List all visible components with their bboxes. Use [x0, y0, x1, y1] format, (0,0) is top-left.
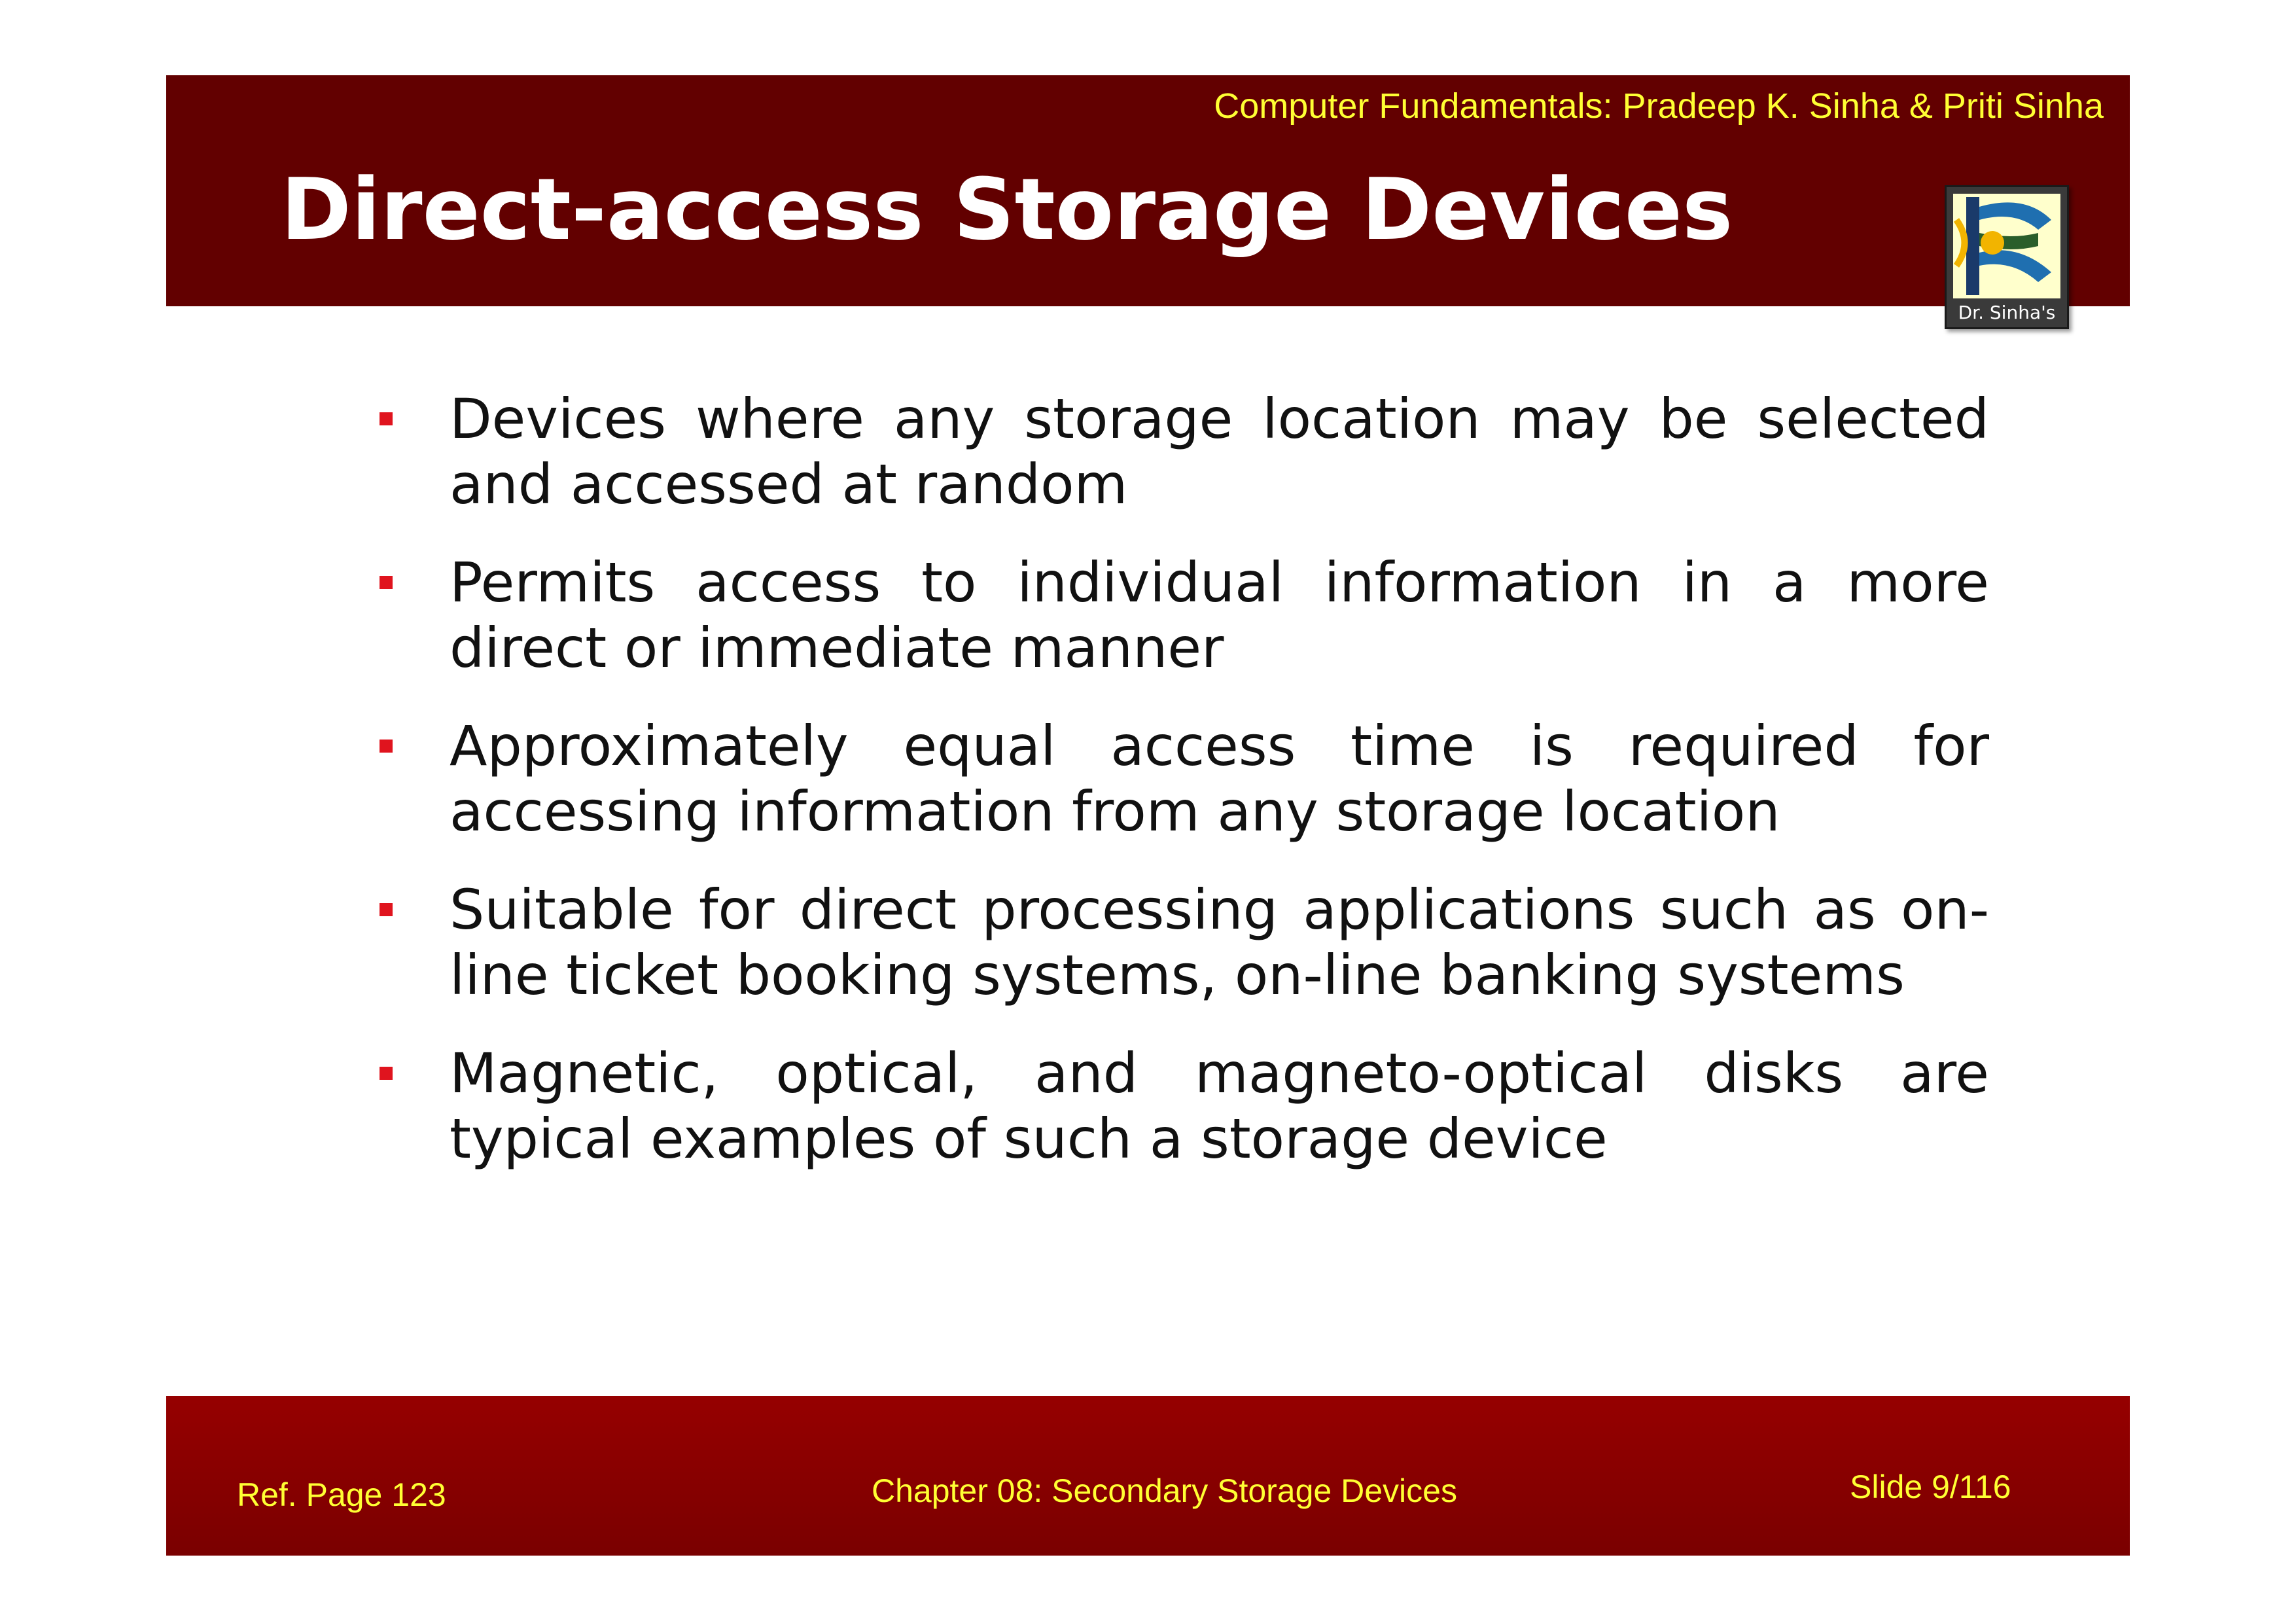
bullet-list: Devices where any storage location may b…	[380, 386, 1989, 1204]
bullet-item: Approximately equal access time is requi…	[380, 713, 1989, 844]
bullet-item: Permits access to individual information…	[380, 550, 1989, 681]
bullet-text: Devices where any storage location may b…	[450, 387, 1989, 516]
footer-band: Ref. Page 123 Chapter 08: Secondary Stor…	[166, 1396, 2130, 1556]
square-bullet-icon	[380, 412, 393, 425]
square-bullet-icon	[380, 903, 393, 916]
bullet-item: Devices where any storage location may b…	[380, 386, 1989, 517]
footer-ref-page: Ref. Page 123	[237, 1476, 446, 1513]
footer-chapter: Chapter 08: Secondary Storage Devices	[872, 1472, 1457, 1509]
bullet-item: Magnetic, optical, and magneto-optical d…	[380, 1041, 1989, 1171]
logo-caption: Dr. Sinha's	[1958, 302, 2056, 323]
square-bullet-icon	[380, 576, 393, 589]
slide: Computer Fundamentals: Pradeep K. Sinha …	[0, 0, 2296, 1623]
slide-title: Direct-access Storage Devices	[281, 160, 1733, 259]
square-bullet-icon	[380, 740, 393, 753]
square-bullet-icon	[380, 1067, 393, 1080]
header-credit: Computer Fundamentals: Pradeep K. Sinha …	[1214, 86, 2104, 126]
bullet-item: Suitable for direct processing applicati…	[380, 877, 1989, 1008]
header-band: Computer Fundamentals: Pradeep K. Sinha …	[166, 75, 2130, 306]
bullet-text: Permits access to individual information…	[450, 550, 1989, 680]
dr-sinhas-logo-icon: Dr. Sinha's	[1945, 185, 2069, 329]
footer-slide-number: Slide 9/116	[1850, 1469, 2011, 1505]
bullet-text: Approximately equal access time is requi…	[450, 714, 1989, 844]
bullet-text: Suitable for direct processing applicati…	[450, 878, 1989, 1007]
bullet-text: Magnetic, optical, and magneto-optical d…	[450, 1041, 1989, 1171]
